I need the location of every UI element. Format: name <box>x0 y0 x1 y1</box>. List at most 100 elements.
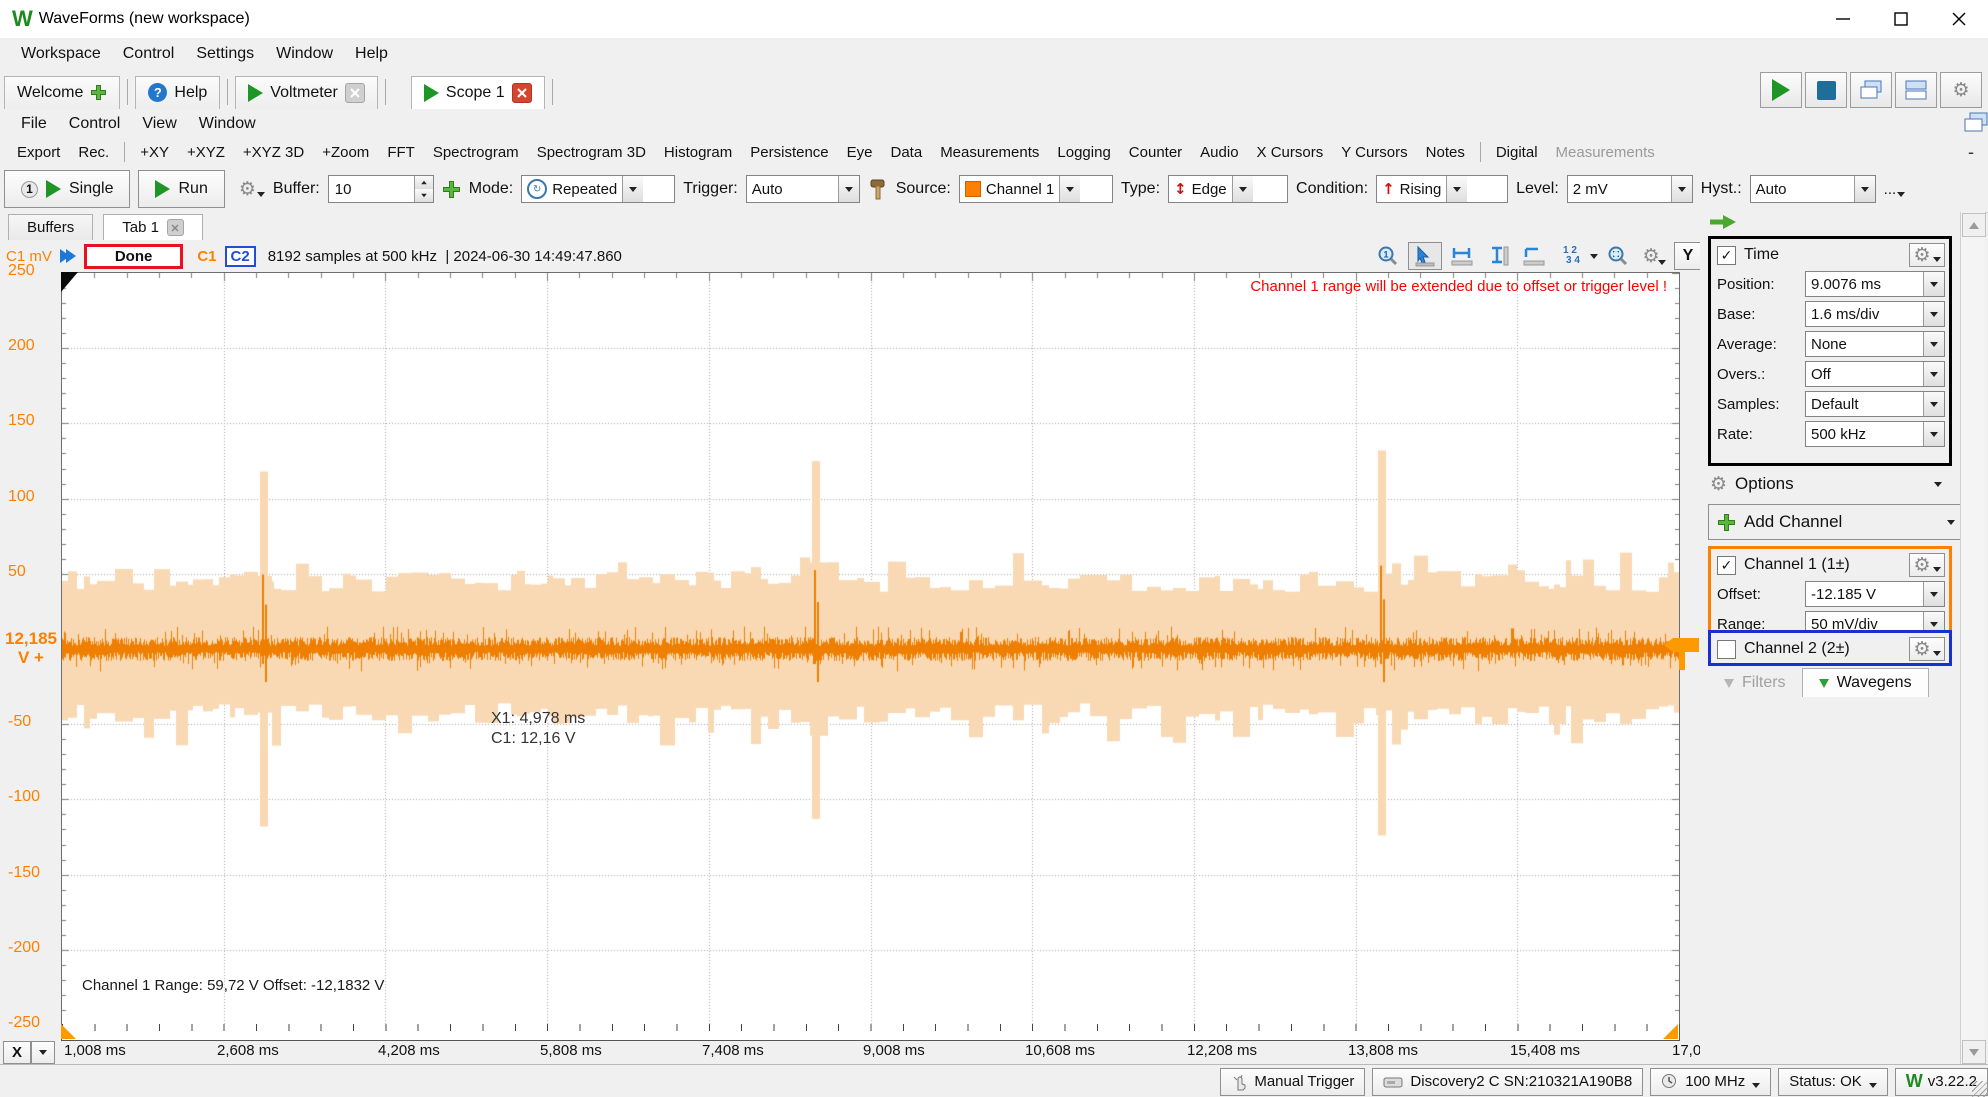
oversampling-select[interactable]: Off <box>1805 361 1945 387</box>
buffer-stepper[interactable]: 10 <box>328 175 434 203</box>
options-row[interactable]: ⚙ Options <box>1708 470 1950 498</box>
view-notes[interactable]: Notes <box>1417 144 1474 161</box>
dropdown-button[interactable] <box>1446 176 1467 202</box>
tab-tab1[interactable]: Tab 1 <box>103 214 203 240</box>
channel2-settings-button[interactable]: ⚙ <box>1909 637 1945 661</box>
zoom-1x-button[interactable]: 1 <box>1372 243 1404 269</box>
time-settings-button[interactable]: ⚙ <box>1909 243 1945 267</box>
view-counter[interactable]: Counter <box>1120 144 1191 161</box>
menu-workspace[interactable]: Workspace <box>10 45 112 63</box>
vertical-measure-button[interactable] <box>1482 243 1514 269</box>
strip-collapse-button[interactable]: - <box>1968 142 1988 163</box>
scope-menu-file[interactable]: File <box>10 115 58 133</box>
panel-collapse-arrow-icon[interactable] <box>1710 215 1736 233</box>
view-xy[interactable]: +XY <box>131 144 178 161</box>
dropdown-button[interactable] <box>1059 176 1080 202</box>
c2-badge[interactable]: C2 <box>225 246 256 267</box>
cursors-button[interactable]: 1 23 4 <box>1554 243 1586 269</box>
dropdown-button[interactable] <box>1671 176 1692 202</box>
channel1-settings-button[interactable]: ⚙ <box>1909 553 1945 577</box>
type-select[interactable]: ↕Edge <box>1168 175 1288 203</box>
add-channel-button[interactable]: Add Channel <box>1708 504 1964 540</box>
more-options-button[interactable]: ... <box>1884 181 1906 198</box>
close-tab-icon[interactable] <box>167 219 184 236</box>
hysteresis-select[interactable]: Auto <box>1750 175 1876 203</box>
view-eye[interactable]: Eye <box>838 144 882 161</box>
scroll-up-button[interactable] <box>1962 213 1986 237</box>
minimize-button[interactable] <box>1814 0 1872 38</box>
scroll-down-button[interactable] <box>1962 1040 1986 1064</box>
hammer-icon[interactable] <box>868 178 888 200</box>
dropdown-button[interactable] <box>1923 332 1944 356</box>
expand-chevrons-icon[interactable] <box>60 249 76 263</box>
samples-select[interactable]: Default <box>1805 391 1945 417</box>
float-window-button[interactable] <box>1964 112 1988 136</box>
horizontal-measure-button[interactable] <box>1446 243 1478 269</box>
menu-help[interactable]: Help <box>344 45 399 63</box>
view-export[interactable]: Export <box>8 144 69 161</box>
tab-buffers[interactable]: Buffers <box>8 214 93 240</box>
run-button[interactable]: Run <box>138 170 224 208</box>
view-xyz[interactable]: +XYZ <box>178 144 234 161</box>
scope-menu-control[interactable]: Control <box>58 115 132 133</box>
level-select[interactable]: 2 mV <box>1567 175 1693 203</box>
dropdown-button[interactable] <box>838 176 859 202</box>
dropdown-button[interactable] <box>1923 272 1944 296</box>
trigger-position-marker[interactable] <box>61 272 78 292</box>
single-button[interactable]: 1 Single <box>4 170 130 208</box>
stepper-up[interactable] <box>415 176 433 189</box>
waveform-plot[interactable]: Channel 1 range will be extended due to … <box>61 272 1680 1026</box>
zoom-fit-button[interactable] <box>1602 243 1634 269</box>
menu-settings[interactable]: Settings <box>185 45 265 63</box>
cascade-windows-button[interactable] <box>1850 72 1892 108</box>
rate-select[interactable]: 500 kHz <box>1805 421 1945 447</box>
view-spectrogram3d[interactable]: Spectrogram 3D <box>528 144 655 161</box>
view-zoom[interactable]: +Zoom <box>313 144 378 161</box>
dropdown-button[interactable] <box>1232 176 1253 202</box>
resize-grip[interactable] <box>1972 1081 1988 1097</box>
y-axis-button[interactable]: Y <box>1674 242 1701 270</box>
view-spectrogram[interactable]: Spectrogram <box>424 144 528 161</box>
close-tab-icon[interactable] <box>345 83 365 103</box>
view-persistence[interactable]: Persistence <box>741 144 837 161</box>
stepper-down[interactable] <box>415 189 433 202</box>
scope-menu-view[interactable]: View <box>131 115 187 133</box>
scope-menu-window[interactable]: Window <box>188 115 267 133</box>
tab-filters[interactable]: Filters <box>1708 669 1802 697</box>
clock-frequency-button[interactable]: 100 MHz <box>1650 1068 1771 1096</box>
average-select[interactable]: None <box>1805 331 1945 357</box>
stop-all-button[interactable] <box>1805 72 1847 108</box>
view-audio[interactable]: Audio <box>1191 144 1247 161</box>
tab-welcome[interactable]: Welcome <box>4 76 120 109</box>
tile-windows-button[interactable] <box>1895 72 1937 108</box>
mode-select[interactable]: ↻Repeated <box>521 175 675 203</box>
plot-settings-button[interactable]: ⚙ <box>1638 243 1670 269</box>
view-xcursors[interactable]: X Cursors <box>1248 144 1333 161</box>
workspace-settings-button[interactable]: ⚙ <box>1940 72 1982 108</box>
view-fft[interactable]: FFT <box>378 144 424 161</box>
maximize-button[interactable] <box>1872 0 1930 38</box>
menu-control[interactable]: Control <box>112 45 186 63</box>
condition-select[interactable]: ↑Rising <box>1376 175 1508 203</box>
view-logging[interactable]: Logging <box>1048 144 1119 161</box>
device-button[interactable]: Discovery2 C SN:210321A190B8 <box>1372 1068 1643 1096</box>
x-axis-dropdown[interactable] <box>31 1041 55 1064</box>
manual-trigger-button[interactable]: Manual Trigger <box>1220 1068 1365 1096</box>
buffer-settings-button[interactable]: ⚙ <box>239 180 265 199</box>
dropdown-button[interactable] <box>1923 302 1944 326</box>
dropdown-button[interactable] <box>1923 582 1944 606</box>
x-label[interactable]: X <box>3 1041 31 1064</box>
channel2-checkbox[interactable] <box>1717 640 1736 659</box>
position-select[interactable]: 9.0076 ms <box>1805 271 1945 297</box>
view-ycursors[interactable]: Y Cursors <box>1332 144 1416 161</box>
close-button[interactable] <box>1930 0 1988 38</box>
channel1-checkbox[interactable]: ✓ <box>1717 556 1736 575</box>
view-rec[interactable]: Rec. <box>69 144 118 161</box>
source-select[interactable]: Channel 1 <box>959 175 1113 203</box>
time-checkbox[interactable]: ✓ <box>1717 246 1736 265</box>
dropdown-button[interactable] <box>1923 392 1944 416</box>
view-xyz3d[interactable]: +XYZ 3D <box>234 144 313 161</box>
view-histogram[interactable]: Histogram <box>655 144 741 161</box>
x-axis-button[interactable]: X <box>3 1041 55 1064</box>
pointer-mode-button[interactable] <box>1408 242 1442 270</box>
